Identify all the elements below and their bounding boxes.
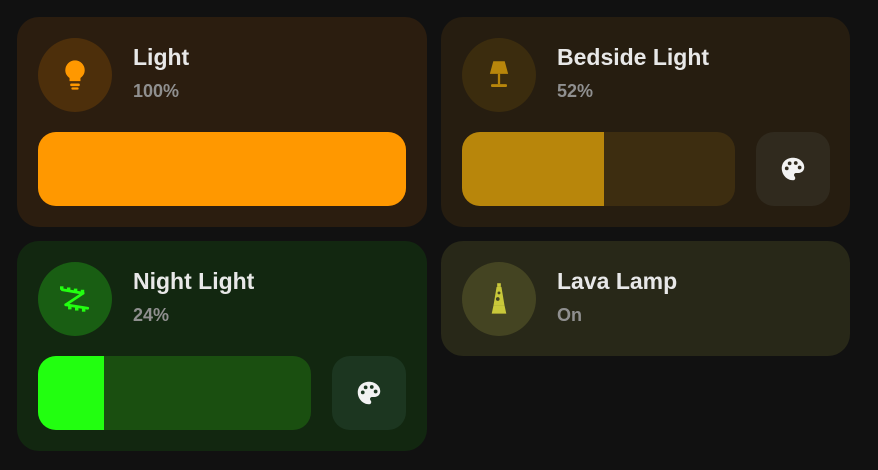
lightbulb-icon: [65, 60, 85, 90]
bedside-light-icon-button[interactable]: [462, 38, 536, 112]
light-brightness-fill: [38, 132, 406, 206]
lava-lamp-icon: [491, 283, 507, 314]
night-light-title: Night Light: [133, 268, 255, 294]
bedside-light-brightness-slider[interactable]: [462, 132, 735, 206]
light-card[interactable]: Light 100%: [17, 17, 427, 227]
night-light-color-button[interactable]: [332, 356, 406, 430]
lava-lamp-card[interactable]: Lava Lamp On: [441, 241, 850, 356]
lava-lamp-state: On: [557, 305, 582, 325]
light-icon-button[interactable]: [38, 38, 112, 112]
lava-lamp-title: Lava Lamp: [557, 268, 678, 294]
light-state: 100%: [133, 81, 180, 101]
bedside-light-color-button[interactable]: [756, 132, 830, 206]
bedside-light-state: 52%: [557, 81, 594, 101]
palette-icon: [357, 381, 381, 405]
night-light-brightness-fill: [38, 356, 104, 430]
palette-icon: [781, 157, 805, 181]
floor-lamp-icon: [489, 61, 509, 87]
light-brightness-slider[interactable]: [38, 132, 406, 206]
night-light-brightness-slider[interactable]: [38, 356, 311, 430]
lava-lamp-icon-button[interactable]: [462, 262, 536, 336]
light-title: Light: [133, 44, 190, 70]
night-light-state: 24%: [133, 305, 170, 325]
led-strip-icon: [60, 286, 90, 312]
bedside-light-brightness-fill: [462, 132, 604, 206]
night-light-icon-button[interactable]: [38, 262, 112, 336]
bedside-light-title: Bedside Light: [557, 44, 710, 70]
bedside-light-card[interactable]: Bedside Light 52%: [441, 17, 850, 227]
night-light-card[interactable]: Night Light 24%: [17, 241, 427, 451]
